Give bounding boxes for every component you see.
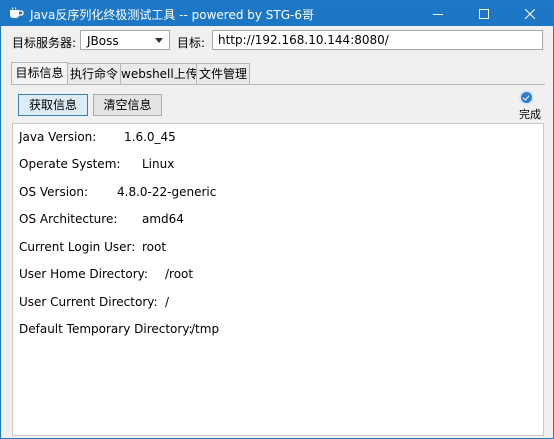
tab-webshell-upload[interactable]: webshell上传 xyxy=(120,63,198,84)
tab-file-manager[interactable]: 文件管理 xyxy=(196,63,250,84)
maximize-button[interactable] xyxy=(461,1,507,26)
chevron-down-icon xyxy=(155,38,163,43)
close-button[interactable] xyxy=(507,1,553,26)
status-check-icon xyxy=(521,92,532,103)
info-value: root xyxy=(142,240,167,254)
server-label: 目标服务器: xyxy=(12,36,77,50)
title-bar[interactable]: Java反序列化终极测试工具 -- powered by STG-6哥 xyxy=(1,1,553,26)
close-icon xyxy=(525,8,535,19)
info-key: OS Version: xyxy=(19,185,89,199)
tab-panel xyxy=(11,84,545,125)
tab-target-info[interactable]: 目标信息 xyxy=(11,62,68,85)
info-key: User Home Directory: xyxy=(19,267,148,281)
info-value: /tmp xyxy=(191,322,220,336)
info-key: Operate System: xyxy=(19,157,121,171)
info-value: amd64 xyxy=(142,212,184,226)
app-window: Java反序列化终极测试工具 -- powered by STG-6哥 目标服务… xyxy=(0,0,554,439)
window-title: Java反序列化终极测试工具 -- powered by STG-6哥 xyxy=(30,8,315,22)
info-value: 1.6.0_45 xyxy=(124,130,176,144)
server-select[interactable]: JBoss xyxy=(80,30,170,50)
minimize-icon xyxy=(433,13,443,15)
info-key: Java Version: xyxy=(19,130,97,144)
server-select-value: JBoss xyxy=(87,34,119,48)
tab-execute-command[interactable]: 执行命令 xyxy=(67,63,121,84)
maximize-icon xyxy=(479,8,489,19)
info-key: Default Temporary Directory: xyxy=(19,322,193,336)
clear-info-button[interactable]: 清空信息 xyxy=(93,94,162,116)
target-url-input[interactable] xyxy=(212,30,543,50)
info-key: OS Architecture: xyxy=(19,212,118,226)
info-value: 4.8.0-22-generic xyxy=(117,185,217,199)
info-output-area[interactable]: Java Version: 1.6.0_45 Operate System: L… xyxy=(12,123,544,436)
info-value: /root xyxy=(165,267,194,281)
get-info-button[interactable]: 获取信息 xyxy=(18,94,88,116)
info-value: / xyxy=(165,295,170,309)
target-label: 目标: xyxy=(177,36,206,50)
target-toolbar: 目标服务器: JBoss 目标: xyxy=(1,26,553,56)
info-value: Linux xyxy=(142,157,175,171)
minimize-button[interactable] xyxy=(415,1,461,26)
java-coffee-cup-icon xyxy=(10,7,24,18)
status-label: 完成 xyxy=(519,108,541,121)
info-key: Current Login User: xyxy=(19,240,136,254)
info-key: User Current Directory: xyxy=(19,295,158,309)
